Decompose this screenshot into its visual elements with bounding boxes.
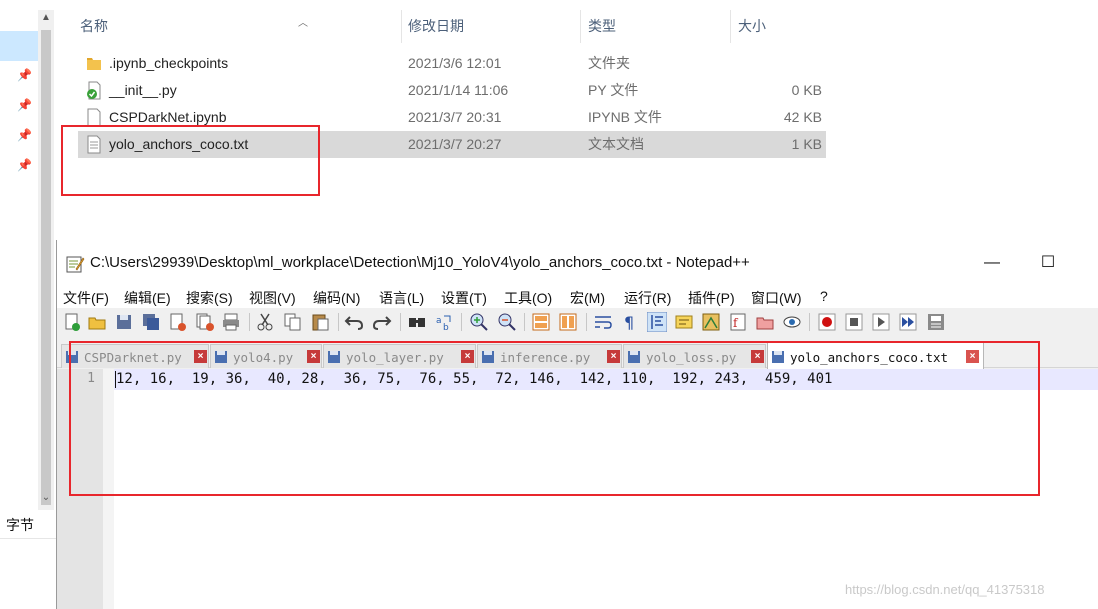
toolbar: ab ¶ f (57, 308, 1098, 336)
open-file-icon[interactable] (87, 312, 107, 332)
file-modified: 2021/3/7 20:27 (408, 136, 502, 152)
save-icon[interactable] (114, 312, 134, 332)
cut-icon[interactable] (255, 312, 275, 332)
zoom-out-icon[interactable] (497, 312, 517, 332)
file-row[interactable]: __init__.py 2021/1/14 11:06 PY 文件 0 KB (78, 77, 826, 104)
menu-macro[interactable]: 宏(M) (570, 288, 605, 308)
python-file-icon (87, 81, 101, 100)
copy-icon[interactable] (283, 312, 303, 332)
column-name[interactable]: 名称 (72, 10, 402, 43)
find-icon[interactable] (407, 312, 427, 332)
watermark: https://blog.csdn.net/qq_41375318 (845, 582, 1045, 597)
column-type[interactable]: 类型 (580, 10, 730, 43)
save-macro-icon[interactable] (926, 312, 946, 332)
file-size: 1 KB (791, 136, 822, 152)
file-modified: 2021/3/6 12:01 (408, 55, 502, 71)
sync-vertical-icon[interactable] (531, 312, 551, 332)
save-all-icon[interactable] (141, 312, 161, 332)
pin-icon[interactable]: 📌 (17, 128, 32, 142)
pin-icon[interactable]: 📌 (17, 68, 32, 82)
file-type: 文件夹 (588, 55, 630, 71)
menu-run[interactable]: 运行(R) (624, 288, 671, 308)
menu-window[interactable]: 窗口(W) (751, 288, 802, 308)
menu-help[interactable]: ? (820, 288, 828, 304)
scroll-down-icon[interactable]: ⌄ (38, 492, 54, 503)
nav-scrollbar[interactable]: ▲ ⌄ (38, 10, 54, 510)
show-all-characters-icon[interactable]: ¶ (620, 312, 640, 332)
file-size: 42 KB (783, 109, 822, 125)
folder-workspace-icon[interactable] (755, 312, 775, 332)
svg-text:a: a (436, 316, 442, 326)
print-icon[interactable] (221, 312, 241, 332)
file-name: __init__.py (109, 82, 177, 98)
highlight-box (69, 341, 1040, 496)
status-label: 字节 (6, 517, 34, 533)
monitoring-icon[interactable] (782, 312, 802, 332)
menu-bar: 文件(F) 编辑(E) 搜索(S) 视图(V) 编码(N) 语言(L) 设置(T… (57, 286, 1098, 308)
folder-icon (87, 58, 101, 70)
run-macro-multiple-icon[interactable] (898, 312, 918, 332)
replace-icon[interactable]: ab (434, 312, 454, 332)
sync-horizontal-icon[interactable] (558, 312, 578, 332)
file-list-header: ︿ 名称 修改日期 类型 大小 (66, 10, 826, 43)
scroll-up-icon[interactable]: ▲ (38, 12, 54, 23)
notepadpp-app-icon (66, 256, 85, 273)
menu-encoding[interactable]: 编码(N) (313, 288, 360, 308)
pin-icon[interactable]: 📌 (17, 98, 32, 112)
function-list-icon[interactable]: f (728, 312, 748, 332)
menu-edit[interactable]: 编辑(E) (124, 288, 171, 308)
menu-plugins[interactable]: 插件(P) (688, 288, 735, 308)
file-type: 文本文档 (588, 136, 644, 152)
play-macro-icon[interactable] (871, 312, 891, 332)
document-map-icon[interactable] (701, 312, 721, 332)
svg-text:¶: ¶ (624, 313, 634, 332)
file-type: PY 文件 (588, 82, 639, 98)
highlight-box (61, 125, 320, 196)
close-all-icon[interactable] (195, 312, 215, 332)
title-bar[interactable]: C:\Users\29939\Desktop\ml_workplace\Dete… (57, 240, 1098, 286)
menu-language[interactable]: 语言(L) (379, 288, 424, 308)
menu-search[interactable]: 搜索(S) (186, 288, 233, 308)
file-size (742, 50, 822, 77)
maximize-button[interactable]: ☐ (1025, 248, 1071, 278)
window-title: C:\Users\29939\Desktop\ml_workplace\Dete… (90, 254, 750, 271)
redo-icon[interactable] (372, 312, 392, 332)
menu-tools[interactable]: 工具(O) (504, 288, 552, 308)
user-language-icon[interactable] (674, 312, 694, 332)
column-size[interactable]: 大小 (730, 10, 830, 43)
column-modified[interactable]: 修改日期 (400, 10, 580, 43)
scrollbar-thumb[interactable] (41, 30, 51, 505)
zoom-in-icon[interactable] (469, 312, 489, 332)
pin-icon[interactable]: 📌 (17, 158, 32, 172)
file-size: 0 KB (791, 82, 822, 98)
file-name: .ipynb_checkpoints (109, 55, 229, 71)
status-area (0, 538, 56, 609)
menu-view[interactable]: 视图(V) (249, 288, 296, 308)
word-wrap-icon[interactable] (593, 312, 613, 332)
paste-icon[interactable] (310, 312, 330, 332)
svg-text:b: b (443, 323, 449, 332)
record-macro-icon[interactable] (817, 312, 837, 332)
stop-macro-icon[interactable] (844, 312, 864, 332)
new-file-icon[interactable] (62, 312, 82, 332)
menu-settings[interactable]: 设置(T) (441, 288, 487, 308)
close-file-icon[interactable] (168, 312, 188, 332)
minimize-button[interactable]: — (969, 248, 1015, 278)
nav-selected-item[interactable] (0, 31, 38, 61)
indent-guide-icon[interactable] (647, 312, 667, 332)
file-modified: 2021/3/7 20:31 (408, 109, 502, 125)
menu-file[interactable]: 文件(F) (63, 288, 109, 308)
file-type: IPYNB 文件 (588, 109, 662, 125)
undo-icon[interactable] (344, 312, 364, 332)
file-row[interactable]: .ipynb_checkpoints 2021/3/6 12:01 文件夹 (78, 50, 826, 77)
file-modified: 2021/1/14 11:06 (408, 82, 509, 98)
